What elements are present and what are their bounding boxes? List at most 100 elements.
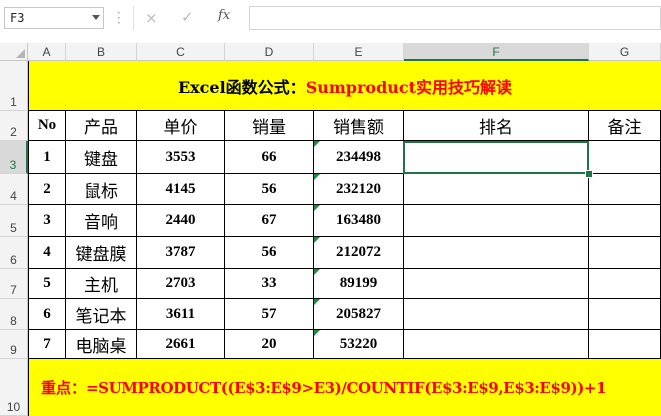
column-header-f[interactable]: F [404, 43, 589, 61]
table-cell-product[interactable]: 音响 [66, 205, 137, 237]
row-header-3[interactable]: 3 [0, 141, 28, 174]
table-cell-sales[interactable]: 89199 [314, 269, 404, 299]
table-cell-price[interactable]: 2703 [137, 269, 225, 299]
column-header-c[interactable]: C [137, 43, 225, 61]
table-cell-note[interactable] [589, 299, 661, 330]
table-cell-qty[interactable]: 56 [225, 237, 314, 269]
column-header-e[interactable]: E [314, 43, 404, 61]
select-all-icon [16, 49, 25, 58]
table-cell-qty[interactable]: 33 [225, 269, 314, 299]
header-cell-rank[interactable]: 排名 [404, 111, 589, 141]
column-header-d[interactable]: D [225, 43, 314, 61]
header-cell-product[interactable]: 产品 [66, 111, 137, 141]
insert-function-icon[interactable]: fx [218, 8, 230, 23]
row-header-label: 6 [10, 253, 17, 267]
fill-handle[interactable] [585, 170, 593, 178]
row-header-2[interactable]: 2 [0, 111, 28, 141]
table-cell-no[interactable]: 4 [28, 237, 66, 269]
key-point-label: 重点： [41, 379, 87, 397]
table-cell-rank[interactable] [404, 299, 589, 330]
name-box-dropdown-icon[interactable] [92, 15, 100, 20]
number-as-text-indicator-icon [314, 269, 320, 275]
table-cell-sales[interactable]: 53220 [314, 330, 404, 359]
header-cell-no[interactable]: No [28, 111, 66, 141]
title-prefix: Excel函数公式： [177, 77, 306, 97]
formula-input[interactable] [249, 6, 661, 30]
header-cell-note[interactable]: 备注 [589, 111, 661, 141]
header-cell-qty[interactable]: 销量 [225, 111, 314, 141]
table-cell-no[interactable]: 2 [28, 174, 66, 205]
enter-icon[interactable]: ✓ [181, 8, 194, 26]
table-cell-price[interactable]: 3553 [137, 141, 225, 174]
table-cell-no[interactable]: 7 [28, 330, 66, 359]
table-cell-sales[interactable]: 212072 [314, 237, 404, 269]
row-header-5[interactable]: 5 [0, 205, 28, 237]
table-cell-no[interactable]: 6 [28, 299, 66, 330]
table-cell-price[interactable]: 4145 [137, 174, 225, 205]
row-header-label: 3 [9, 158, 17, 172]
key-point-cell[interactable]: 重点： =SUMPRODUCT((E$3:E$9>E3)/COUNTIF(E$3… [28, 359, 661, 416]
cancel-icon[interactable]: × [145, 9, 158, 27]
more-options-icon[interactable]: · · · [117, 7, 121, 29]
table-cell-price[interactable]: 2661 [137, 330, 225, 359]
row-header-label: 1 [10, 95, 17, 109]
row-header-1[interactable]: 1 [0, 61, 28, 111]
formula-bar: F3 · · · × ✓ fx [0, 0, 661, 38]
row-header-8[interactable]: 8 [0, 299, 28, 330]
table-cell-no[interactable]: 3 [28, 205, 66, 237]
column-header-b[interactable]: B [66, 43, 137, 61]
row-header-label: 4 [10, 189, 17, 203]
column-header-a[interactable]: A [28, 43, 66, 61]
number-as-text-indicator-icon [314, 299, 320, 305]
table-cell-product[interactable]: 主机 [66, 269, 137, 299]
number-as-text-indicator-icon [314, 174, 320, 180]
table-cell-qty[interactable]: 57 [225, 299, 314, 330]
table-cell-sales[interactable]: 232120 [314, 174, 404, 205]
number-as-text-indicator-icon [314, 330, 320, 336]
table-cell-note[interactable] [589, 174, 661, 205]
table-cell-sales[interactable]: 205827 [314, 299, 404, 330]
table-cell-qty[interactable]: 56 [225, 174, 314, 205]
table-cell-note[interactable] [589, 330, 661, 359]
table-cell-note[interactable] [589, 269, 661, 299]
title-highlight: Sumproduct实用技巧解读 [305, 77, 513, 97]
table-cell-qty[interactable]: 67 [225, 205, 314, 237]
table-cell-no[interactable]: 1 [28, 141, 66, 174]
row-header-label: 2 [10, 125, 17, 139]
table-cell-qty[interactable]: 66 [225, 141, 314, 174]
table-cell-rank[interactable] [404, 269, 589, 299]
table-cell-product[interactable]: 键盘 [66, 141, 137, 174]
row-header-6[interactable]: 6 [0, 237, 28, 269]
table-cell-product[interactable]: 电脑桌 [66, 330, 137, 359]
name-box[interactable]: F3 [4, 7, 104, 29]
table-cell-rank[interactable] [404, 174, 589, 205]
table-cell-price[interactable]: 2440 [137, 205, 225, 237]
header-cell-sales[interactable]: 销售额 [314, 111, 404, 141]
row-header-10[interactable]: 10 [0, 359, 28, 416]
table-cell-rank[interactable] [404, 330, 589, 359]
row-header-7[interactable]: 7 [0, 269, 28, 299]
header-cell-price[interactable]: 单价 [137, 111, 225, 141]
table-cell-note[interactable] [589, 205, 661, 237]
table-cell-product[interactable]: 键盘膜 [66, 237, 137, 269]
column-header-g[interactable]: G [589, 43, 661, 61]
table-cell-qty[interactable]: 20 [225, 330, 314, 359]
table-cell-sales[interactable]: 163480 [314, 205, 404, 237]
table-cell-sales[interactable]: 234498 [314, 141, 404, 174]
table-cell-price[interactable]: 3787 [137, 237, 225, 269]
row-header-label: 9 [10, 343, 17, 357]
row-header-label: 10 [6, 400, 21, 414]
row-header-9[interactable]: 9 [0, 330, 28, 359]
table-cell-product[interactable]: 笔记本 [66, 299, 137, 330]
table-cell-price[interactable]: 3611 [137, 299, 225, 330]
table-cell-note[interactable] [589, 237, 661, 269]
table-cell-no[interactable]: 5 [28, 269, 66, 299]
title-cell[interactable]: Excel函数公式： Sumproduct实用技巧解读 [28, 61, 661, 111]
select-all-button[interactable] [0, 43, 28, 61]
table-cell-rank[interactable] [404, 205, 589, 237]
table-cell-product[interactable]: 鼠标 [66, 174, 137, 205]
row-header-4[interactable]: 4 [0, 174, 28, 205]
table-cell-rank[interactable] [404, 141, 589, 174]
table-cell-note[interactable] [589, 141, 661, 174]
table-cell-rank[interactable] [404, 237, 589, 269]
